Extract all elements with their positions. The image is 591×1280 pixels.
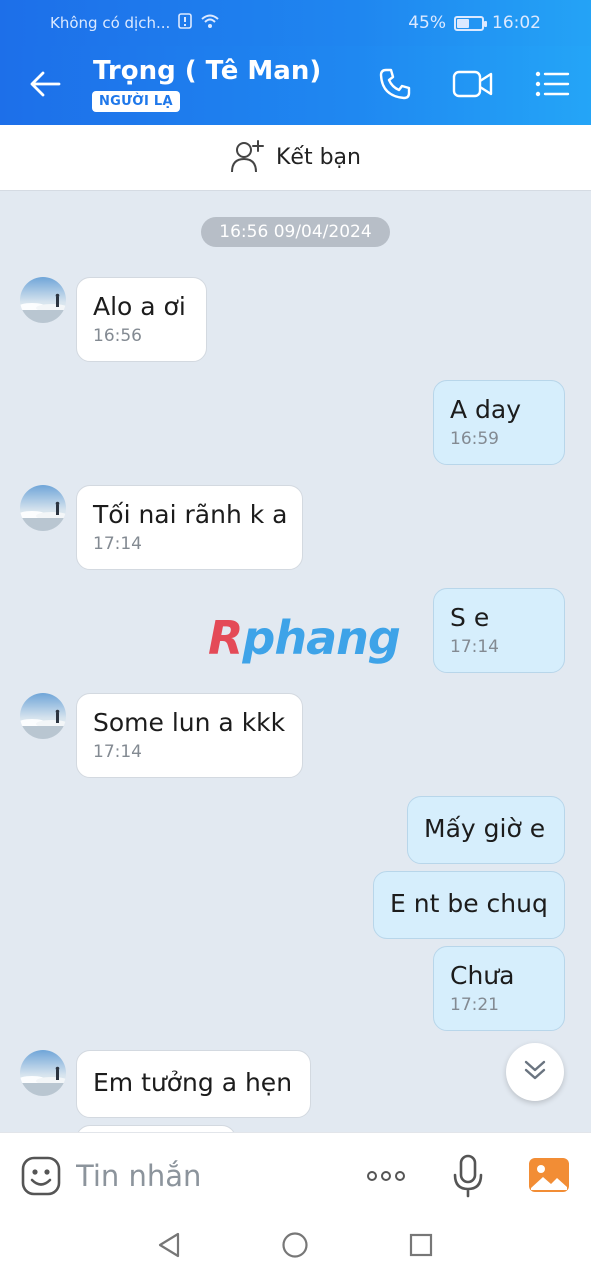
message-bubble-outgoing[interactable]: S e 17:14 xyxy=(433,588,565,673)
video-camera-icon xyxy=(452,69,494,103)
message-text: Chưa xyxy=(450,961,515,990)
chat-header: Trọng ( Tê Man) NGƯỜI LẠ xyxy=(0,46,591,125)
wifi-icon xyxy=(200,13,220,33)
message-text: Alo a ơi xyxy=(93,292,186,321)
back-arrow-icon xyxy=(29,70,61,102)
watermark-logo: Rphang xyxy=(208,611,401,665)
nav-home-icon xyxy=(281,1231,309,1263)
contact-avatar[interactable] xyxy=(20,277,66,323)
nav-recents-button[interactable] xyxy=(406,1232,436,1262)
nav-back-icon xyxy=(156,1231,182,1263)
list-menu-icon xyxy=(534,70,570,102)
sticker-smile-icon xyxy=(20,1156,62,1201)
message-text: Mấy giờ e xyxy=(424,814,546,843)
battery-icon xyxy=(454,15,487,31)
contact-avatar[interactable] xyxy=(20,693,66,739)
message-text: A day xyxy=(450,395,522,424)
status-bar: Không có dịch... 45% 16:02 xyxy=(0,0,591,46)
message-input[interactable] xyxy=(76,1155,336,1197)
message-bubble-outgoing[interactable]: E nt be chuq xyxy=(373,871,565,939)
message-bubble-outgoing[interactable]: Chưa 17:21 xyxy=(433,946,565,1031)
message-bubble-outgoing[interactable]: A day 16:59 xyxy=(433,380,565,465)
send-image-button[interactable] xyxy=(528,1155,570,1195)
more-options-button[interactable] xyxy=(362,1157,410,1195)
message-bubble-incoming[interactable]: Tối nai rãnh k a 17:14 xyxy=(76,485,303,570)
more-dots-icon xyxy=(367,1171,377,1181)
message-bubble-incoming[interactable]: Some lun a kkk 17:14 xyxy=(76,693,303,778)
scroll-to-bottom-button[interactable] xyxy=(506,1043,564,1101)
add-person-icon xyxy=(230,139,266,177)
image-gallery-icon xyxy=(528,1158,570,1199)
message-time: 16:59 xyxy=(450,429,499,449)
microphone-icon xyxy=(450,1154,486,1203)
add-friend-label: Kết bạn xyxy=(276,145,361,170)
message-text: Some lun a kkk xyxy=(93,708,286,737)
message-list[interactable]: 16:56 09/04/2024 Rphang Alo a ơi 16:56 A… xyxy=(0,191,591,1132)
carrier-text: Không có dịch... xyxy=(50,14,171,32)
phone-icon xyxy=(378,67,412,105)
contact-avatar[interactable] xyxy=(20,485,66,531)
message-text: E nt be chuq xyxy=(390,889,548,918)
sticker-button[interactable] xyxy=(20,1155,62,1197)
message-time: 17:14 xyxy=(93,534,142,554)
message-time: 16:56 xyxy=(93,326,142,346)
contact-name[interactable]: Trọng ( Tê Man) xyxy=(93,56,321,86)
chat-options-button[interactable] xyxy=(530,64,574,108)
message-bubble-incoming[interactable]: Alo a ơi 16:56 xyxy=(76,277,207,362)
voice-call-button[interactable] xyxy=(373,64,417,108)
stranger-badge: NGƯỜI LẠ xyxy=(92,91,180,112)
message-text: Em tưởng a hẹn xyxy=(93,1068,293,1097)
message-bubble-incoming[interactable] xyxy=(76,1125,236,1132)
message-bubble-outgoing[interactable]: Mấy giờ e xyxy=(407,796,565,864)
message-bubble-incoming[interactable]: Em tưởng a hẹn xyxy=(76,1050,311,1118)
composer-bar xyxy=(0,1132,591,1218)
clock: 16:02 xyxy=(492,13,541,33)
add-friend-button[interactable]: Kết bạn xyxy=(0,125,591,191)
message-time: 17:14 xyxy=(93,742,142,762)
message-text: S e xyxy=(450,603,490,632)
video-call-button[interactable] xyxy=(451,64,495,108)
nav-recents-icon xyxy=(408,1232,434,1262)
message-text: Tối nai rãnh k a xyxy=(93,500,288,529)
message-time: 17:21 xyxy=(450,995,499,1015)
voice-message-button[interactable] xyxy=(450,1153,486,1199)
date-separator: 16:56 09/04/2024 xyxy=(201,217,390,247)
sim-alert-icon xyxy=(178,13,193,33)
back-button[interactable] xyxy=(20,64,70,108)
message-time: 17:14 xyxy=(450,637,499,657)
nav-home-button[interactable] xyxy=(280,1232,310,1262)
system-nav-bar xyxy=(0,1218,591,1280)
contact-avatar[interactable] xyxy=(20,1050,66,1096)
nav-back-button[interactable] xyxy=(154,1232,184,1262)
double-chevron-down-icon xyxy=(522,1058,548,1086)
battery-percent: 45% xyxy=(408,13,446,33)
